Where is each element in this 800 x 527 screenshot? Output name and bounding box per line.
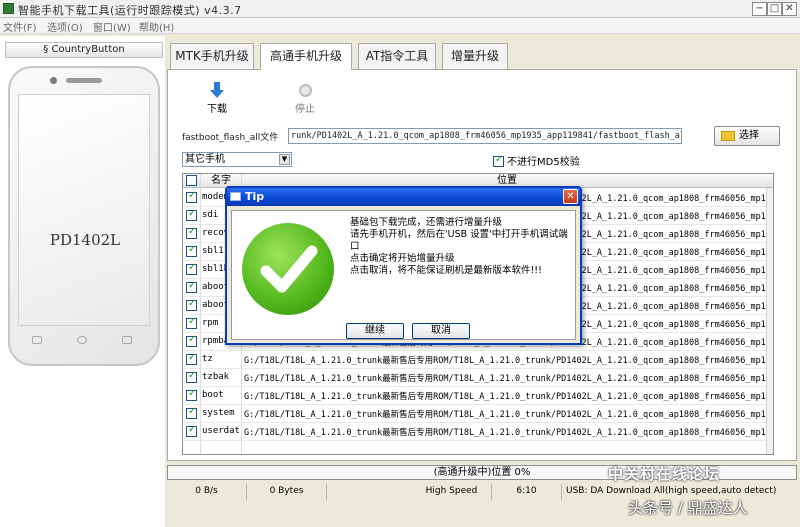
tab-at-commands[interactable]: AT指令工具 <box>358 43 436 69</box>
camera-icon <box>50 77 57 84</box>
minimize-button[interactable]: − <box>752 2 767 16</box>
partition-location: G:/T18L/T18L_A_1.21.0_trunk最新售后专用ROM/T18… <box>244 428 769 438</box>
tab-incremental[interactable]: 增量升级 <box>442 43 508 69</box>
phone-model-label: PD1402L <box>49 231 121 249</box>
folder-icon <box>721 131 735 141</box>
menu-bar: 文件(F) 选项(O) 窗口(W) 帮助(H) <box>0 18 800 34</box>
table-row[interactable]: tz G:/T18L/T18L_A_1.21.0_trunk最新售后专用ROM/T… <box>183 351 773 369</box>
dialog-body: 基础包下载完成，还需进行增量升级 请先手机开机，然后在'USB 设置'中打开手机… <box>231 210 576 340</box>
tab-qualcomm[interactable]: 高通手机升级 <box>260 43 352 70</box>
table-row[interactable]: system G:/T18L/T18L_A_1.21.0_trunk最新售后专用R… <box>183 405 773 423</box>
phone-type-select[interactable]: 其它手机 ▼ <box>182 152 292 167</box>
country-button[interactable]: § CountryButton <box>5 42 163 58</box>
chevron-down-icon[interactable]: ▼ <box>279 154 290 165</box>
download-icon <box>210 82 224 98</box>
speaker-icon <box>66 78 102 83</box>
menu-options[interactable]: 选项(O) <box>47 19 83 34</box>
partition-location: G:/T18L/T18L_A_1.21.0_trunk最新售后专用ROM/T18… <box>244 356 769 366</box>
partition-name: tzbak <box>202 372 230 382</box>
window-icon <box>230 192 241 201</box>
skip-md5-checkbox[interactable]: 不进行MD5校验 <box>493 153 580 168</box>
partition-name: tz <box>202 354 213 364</box>
select-file-button[interactable]: 选择 <box>714 126 780 146</box>
row-checkbox[interactable] <box>186 388 200 402</box>
phone-keys <box>32 336 132 346</box>
close-button[interactable]: ✕ <box>782 2 797 16</box>
success-check-icon <box>242 223 334 315</box>
checkbox-icon[interactable] <box>493 154 504 167</box>
dialog-title-bar: Tip ✕ <box>227 188 580 206</box>
app-icon <box>3 3 14 14</box>
back-key-icon <box>122 336 132 344</box>
cancel-button[interactable]: 取消 <box>412 323 470 339</box>
stop-icon <box>298 84 312 97</box>
table-row[interactable]: tzbak G:/T18L/T18L_A_1.21.0_trunk最新售后专用RO… <box>183 369 773 387</box>
tab-mtk[interactable]: MTK手机升级 <box>170 43 254 69</box>
table-row[interactable]: boot G:/T18L/T18L_A_1.21.0_trunk最新售后专用ROM… <box>183 387 773 405</box>
watermark-zol: 中关村在线论坛 <box>608 465 721 483</box>
status-spacer <box>327 484 412 500</box>
row-checkbox[interactable] <box>186 226 200 240</box>
row-checkbox[interactable] <box>186 406 200 420</box>
select-all-checkbox[interactable] <box>186 175 200 189</box>
fastboot-file-label: fastboot_flash_all文件 <box>182 133 279 143</box>
row-checkbox[interactable] <box>186 280 200 294</box>
phone-image: PD1402L <box>8 66 160 366</box>
tip-dialog: Tip ✕ 基础包下载完成，还需进行增量升级 请先手机开机，然后在'USB 设置… <box>225 186 582 345</box>
window-title: 智能手机下载工具(运行时跟踪模式) v4.3.7 <box>18 4 242 17</box>
row-checkbox[interactable] <box>186 298 200 312</box>
watermark-toutiao: 头条号 / 鼎盛达人 <box>628 499 748 517</box>
partition-location: G:/T18L/T18L_A_1.21.0_trunk最新售后专用ROM/T18… <box>244 410 769 420</box>
home-key-icon <box>77 336 87 344</box>
row-checkbox[interactable] <box>186 244 200 258</box>
row-checkbox[interactable] <box>186 334 200 348</box>
fastboot-path-input[interactable]: runk/PD1402L_A_1.21.0_qcom_ap1808_frm460… <box>288 128 682 144</box>
menu-help[interactable]: 帮助(H) <box>139 19 174 34</box>
partition-location: G:/T18L/T18L_A_1.21.0_trunk最新售后专用ROM/T18… <box>244 374 769 384</box>
menu-file[interactable]: 文件(F) <box>3 19 37 34</box>
left-panel: § CountryButton PD1402L <box>0 36 165 527</box>
partition-name: system <box>202 408 235 418</box>
menu-window[interactable]: 窗口(W) <box>93 19 131 34</box>
maximize-button[interactable]: □ <box>767 2 782 16</box>
country-icon: § <box>43 44 49 55</box>
phone-screen: PD1402L <box>18 94 150 326</box>
partition-name: boot <box>202 390 224 400</box>
row-checkbox[interactable] <box>186 262 200 276</box>
dialog-close-button[interactable]: ✕ <box>563 189 578 204</box>
menu-key-icon <box>32 336 42 344</box>
row-checkbox[interactable] <box>186 208 200 222</box>
status-usb-speed: High Speed <box>412 484 492 500</box>
row-checkbox[interactable] <box>186 352 200 366</box>
row-checkbox[interactable] <box>186 370 200 384</box>
row-checkbox[interactable] <box>186 190 200 204</box>
table-scrollbar[interactable] <box>766 188 773 454</box>
continue-button[interactable]: 继续 <box>346 323 404 339</box>
stop-button[interactable]: 停止 <box>285 82 325 115</box>
status-bytes: 0 Bytes <box>247 484 327 500</box>
partition-location: G:/T18L/T18L_A_1.21.0_trunk最新售后专用ROM/T18… <box>244 392 769 402</box>
status-time: 6:10 <box>492 484 562 500</box>
row-checkbox[interactable] <box>186 424 200 438</box>
table-row[interactable]: userdata G:/T18L/T18L_A_1.21.0_trunk最新售后专… <box>183 423 773 441</box>
dialog-message: 基础包下载完成，还需进行增量升级 请先手机开机，然后在'USB 设置'中打开手机… <box>350 217 568 276</box>
download-button[interactable]: 下载 <box>197 82 237 115</box>
status-speed: 0 B/s <box>167 484 247 500</box>
row-checkbox[interactable] <box>186 316 200 330</box>
title-bar: 智能手机下载工具(运行时跟踪模式) v4.3.7 − □ ✕ <box>0 0 800 18</box>
partition-name: userdata <box>202 426 240 436</box>
